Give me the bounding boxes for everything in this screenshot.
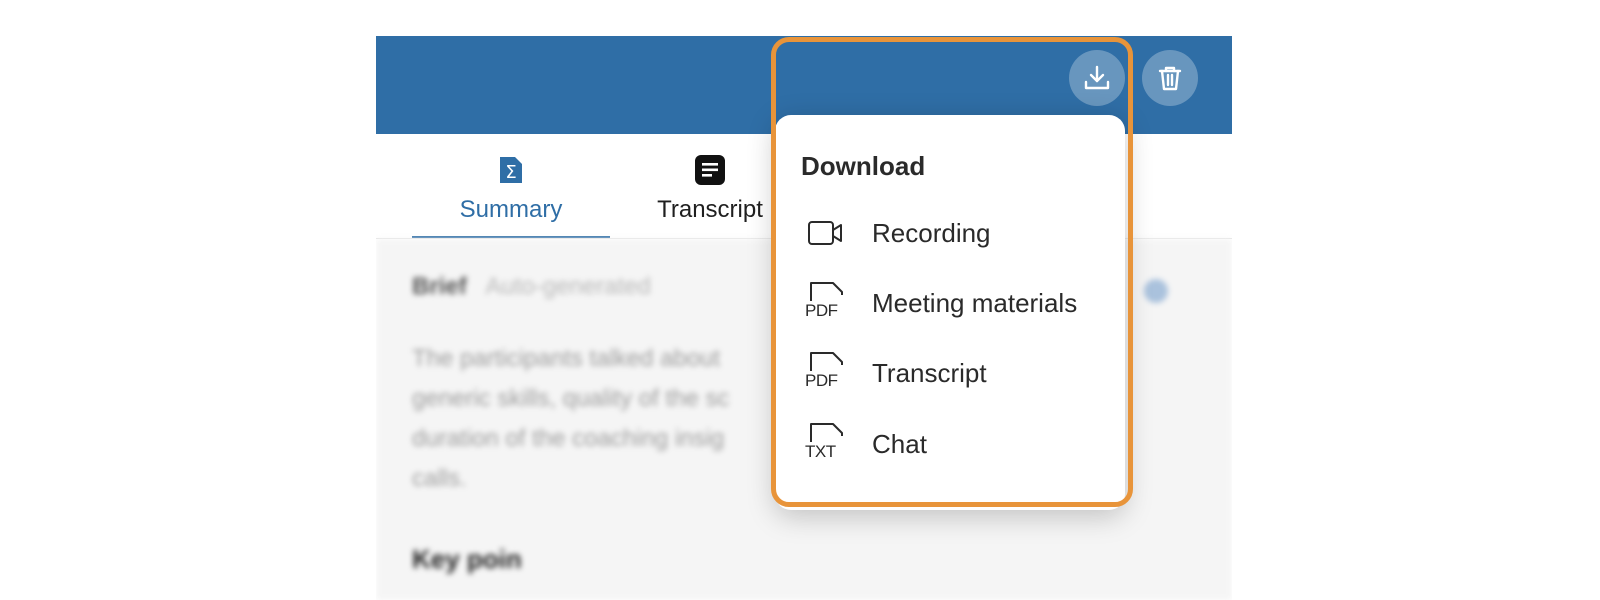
trash-icon [1155, 63, 1185, 93]
pdf-file-icon: PDF [805, 281, 849, 325]
download-menu: Download Recording PDF Meeting materials… [775, 115, 1125, 510]
download-icon [1082, 63, 1112, 93]
brief-subtitle: Auto-generated [485, 273, 651, 300]
download-button[interactable] [1069, 50, 1125, 106]
file-extension: PDF [805, 301, 838, 320]
tab-summary-label: Summary [459, 196, 563, 223]
file-extension: PDF [805, 371, 838, 390]
document-lines-icon [694, 154, 726, 186]
tab-transcript-label: Transcript [657, 196, 763, 223]
download-menu-title: Download [801, 151, 926, 181]
tab-summary[interactable]: Σ Summary [412, 134, 610, 238]
menu-item-label: Meeting materials [872, 287, 1078, 318]
menu-item-label: Recording [872, 217, 991, 248]
video-camera-icon [805, 211, 849, 255]
svg-text:Σ: Σ [505, 162, 516, 183]
brief-header: Brief Auto-generated [412, 273, 651, 301]
menu-item-transcript[interactable]: PDF Transcript [775, 343, 1125, 403]
brief-title: Brief [412, 273, 467, 300]
menu-item-label: Transcript [872, 357, 987, 388]
pdf-file-icon: PDF [805, 351, 849, 395]
copy-icon[interactable] [1144, 279, 1168, 303]
menu-item-meeting-materials[interactable]: PDF Meeting materials [775, 273, 1125, 333]
sigma-icon: Σ [495, 154, 527, 186]
menu-item-chat[interactable]: TXT Chat [775, 414, 1125, 474]
file-extension: TXT [805, 442, 836, 461]
key-points-title: Key poin [412, 544, 522, 574]
menu-item-label: Chat [872, 428, 927, 459]
menu-item-recording[interactable]: Recording [775, 203, 1125, 263]
txt-file-icon: TXT [805, 422, 849, 466]
delete-button[interactable] [1142, 50, 1198, 106]
